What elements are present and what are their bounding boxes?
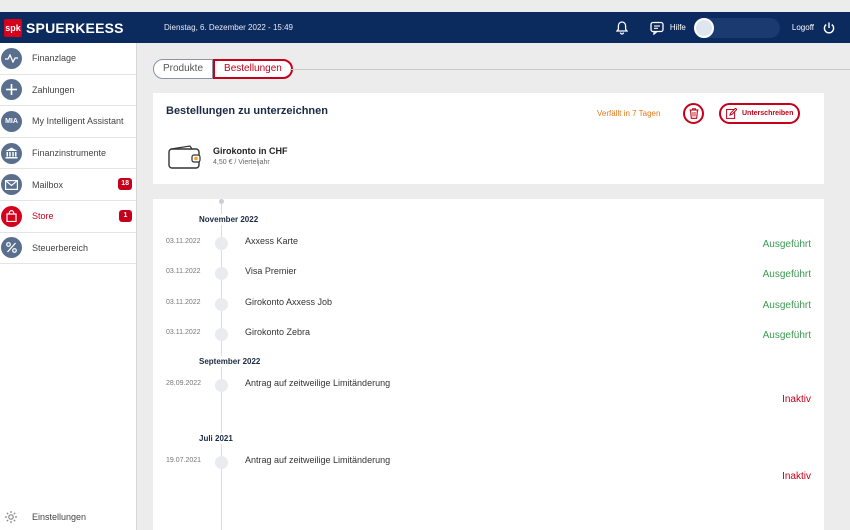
logoff-link[interactable]: Logoff bbox=[792, 23, 814, 32]
month-heading: November 2022 bbox=[199, 214, 259, 225]
order-description: Visa Premier bbox=[245, 266, 297, 276]
product-price: 4,50 € / Vierteljahr bbox=[213, 159, 270, 166]
tab-orders[interactable]: Bestellungen bbox=[213, 59, 293, 79]
order-date: 19.07.2021 bbox=[166, 457, 202, 464]
plus-icon bbox=[1, 79, 22, 101]
divider bbox=[290, 69, 850, 70]
sidebar: Finanzlage Zahlungen MIA My Intelligent … bbox=[0, 43, 137, 530]
order-date: 03.11.2022 bbox=[166, 238, 201, 245]
brand-name: SPUERKEESS bbox=[26, 19, 124, 36]
order-status: Ausgeführt bbox=[762, 239, 811, 250]
percent-icon bbox=[1, 237, 22, 259]
edit-icon bbox=[726, 108, 737, 119]
order-history-card: November 2022 03.11.2022 Axxess Karte Au… bbox=[153, 199, 824, 530]
sidebar-item-label: Finanzinstrumente bbox=[32, 148, 107, 159]
notifications-bell-icon[interactable] bbox=[614, 20, 630, 36]
logo[interactable]: spk SPUERKEESS bbox=[0, 12, 160, 43]
timeline-dot bbox=[215, 298, 228, 311]
sidebar-item-label: Mailbox bbox=[32, 179, 64, 190]
sidebar-item-finanzlage[interactable]: Finanzlage bbox=[0, 43, 136, 75]
order-description: Antrag auf zeitweilige Limitänderung bbox=[245, 455, 391, 465]
store-count-badge: 1 bbox=[119, 209, 132, 222]
order-row[interactable]: 28.09.2022 Antrag auf zeitweilige Limitä… bbox=[153, 373, 824, 413]
order-description: Girokonto Zebra bbox=[245, 327, 311, 337]
trash-icon bbox=[689, 108, 698, 119]
pulse-icon bbox=[1, 47, 22, 69]
order-description: Girokonto Axxess Job bbox=[245, 297, 333, 307]
wallet-icon bbox=[168, 145, 201, 169]
order-row[interactable]: 19.07.2021 Antrag auf zeitweilige Limitä… bbox=[153, 450, 824, 490]
order-row[interactable]: 03.11.2022 Girokonto Zebra Ausgeführt bbox=[153, 322, 824, 346]
shopping-bag-icon bbox=[1, 205, 22, 227]
sidebar-item-mia[interactable]: MIA My Intelligent Assistant bbox=[0, 106, 136, 138]
order-date: 03.11.2022 bbox=[166, 329, 201, 336]
mailbox-count-badge: 18 bbox=[118, 178, 132, 191]
sidebar-item-steuerbereich[interactable]: Steuerbereich bbox=[0, 233, 136, 265]
pending-orders-card: Bestellungen zu unterzeichnen Verfällt i… bbox=[153, 93, 824, 184]
order-description: Axxess Karte bbox=[245, 236, 299, 246]
envelope-icon bbox=[1, 174, 22, 196]
month-heading: Juli 2021 bbox=[199, 433, 233, 444]
order-row[interactable]: 03.11.2022 Girokonto Axxess Job Ausgefüh… bbox=[153, 292, 824, 316]
order-row[interactable]: 03.11.2022 Visa Premier Ausgeführt bbox=[153, 261, 824, 285]
order-status: Inaktiv bbox=[782, 394, 811, 405]
sidebar-item-label: Store bbox=[32, 211, 54, 222]
gear-icon bbox=[5, 511, 17, 523]
user-profile[interactable] bbox=[693, 17, 780, 38]
order-description: Antrag auf zeitweilige Limitänderung bbox=[245, 378, 391, 388]
timeline-start-dot bbox=[219, 199, 224, 204]
sidebar-item-label: Steuerbereich bbox=[32, 242, 89, 253]
current-datetime: Dienstag, 6. Dezember 2022 - 15:49 bbox=[164, 23, 293, 32]
pending-orders-title: Bestellungen zu unterzeichnen bbox=[166, 105, 328, 117]
sidebar-item-label: My Intelligent Assistant bbox=[32, 116, 124, 127]
sidebar-item-zahlungen[interactable]: Zahlungen bbox=[0, 75, 136, 107]
sign-button[interactable]: Unterschreiben bbox=[719, 103, 800, 124]
view-tabs: Produkte Bestellungen bbox=[153, 59, 293, 79]
help-label: Hilfe bbox=[669, 23, 686, 32]
delete-order-button[interactable] bbox=[683, 103, 704, 124]
header-actions: Hilfe Logoff bbox=[614, 12, 850, 43]
settings-label: Einstellungen bbox=[32, 512, 87, 522]
expiry-notice: Verfällt in 7 Tagen bbox=[597, 109, 661, 118]
month-heading: September 2022 bbox=[199, 356, 261, 367]
tab-products[interactable]: Produkte bbox=[153, 59, 214, 79]
timeline-dot bbox=[215, 379, 228, 392]
sidebar-item-label: Finanzlage bbox=[32, 53, 77, 64]
order-status: Ausgeführt bbox=[762, 300, 811, 311]
order-status: Ausgeführt bbox=[762, 330, 811, 341]
timeline-dot bbox=[215, 328, 228, 341]
order-date: 28.09.2022 bbox=[166, 380, 202, 387]
power-icon[interactable] bbox=[822, 21, 836, 35]
timeline-dot bbox=[215, 267, 228, 280]
settings-link[interactable]: Einstellungen bbox=[0, 510, 86, 524]
bank-icon bbox=[1, 142, 22, 164]
timeline-dot bbox=[215, 456, 228, 469]
top-bar: spk SPUERKEESS Dienstag, 6. Dezember 202… bbox=[0, 12, 850, 43]
product-name: Girokonto in CHF bbox=[213, 146, 288, 156]
chat-bubble-icon bbox=[650, 21, 664, 35]
sidebar-item-finanzinstrumente[interactable]: Finanzinstrumente bbox=[0, 138, 136, 170]
order-date: 03.11.2022 bbox=[166, 299, 201, 306]
sidebar-item-mailbox[interactable]: Mailbox 18 bbox=[0, 169, 136, 201]
order-date: 03.11.2022 bbox=[166, 268, 201, 275]
sign-label: Unterschreiben bbox=[742, 110, 794, 117]
help-link[interactable]: Hilfe bbox=[650, 21, 686, 35]
order-row[interactable]: 03.11.2022 Axxess Karte Ausgeführt bbox=[153, 231, 824, 255]
sidebar-item-label: Zahlungen bbox=[32, 84, 75, 95]
sidebar-item-store[interactable]: Store 1 bbox=[0, 201, 136, 233]
order-status: Inaktiv bbox=[782, 471, 811, 482]
avatar bbox=[693, 17, 714, 38]
mia-icon: MIA bbox=[1, 110, 22, 132]
order-status: Ausgeführt bbox=[762, 269, 811, 280]
logo-mark: spk bbox=[4, 18, 22, 37]
timeline-dot bbox=[215, 237, 228, 250]
